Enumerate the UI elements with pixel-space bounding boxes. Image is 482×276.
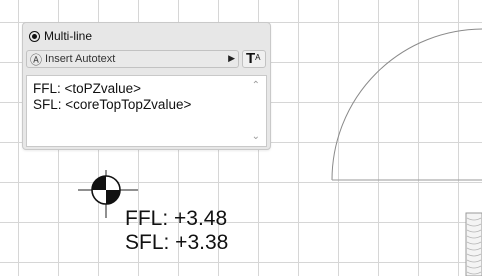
insert-autotext-label: Insert Autotext (45, 53, 116, 65)
chevron-up-icon[interactable]: ⌃ (252, 80, 260, 91)
text-style-superscript: A (255, 53, 261, 62)
radio-selected-icon[interactable] (29, 30, 40, 42)
multi-line-option[interactable]: Multi-line (29, 28, 92, 44)
triangle-right-icon[interactable]: ▶ (228, 53, 235, 64)
level-label-ffl[interactable]: FFL: +3.48 (125, 207, 227, 231)
autotext-icon: Ⓐ (30, 52, 43, 67)
level-label-sfl[interactable]: SFL: +3.38 (125, 231, 228, 255)
autotext-panel: Multi-line Ⓐ Insert Autotext ▶ TA FFL: <… (22, 22, 271, 150)
insert-autotext-dropdown[interactable]: Ⓐ Insert Autotext ▶ (26, 50, 239, 68)
autotext-text-area[interactable]: FFL: <toPZvalue> SFL: <coreTopTopZvalue>… (26, 75, 267, 147)
text-style-button[interactable]: TA (242, 50, 266, 68)
text-style-label: T (246, 50, 256, 67)
door-swing-arc (331, 28, 482, 181)
multi-line-label: Multi-line (44, 29, 93, 43)
chevron-down-icon[interactable]: ⌄ (252, 131, 260, 142)
text-area-content[interactable]: FFL: <toPZvalue> SFL: <coreTopTopZvalue> (33, 81, 191, 113)
